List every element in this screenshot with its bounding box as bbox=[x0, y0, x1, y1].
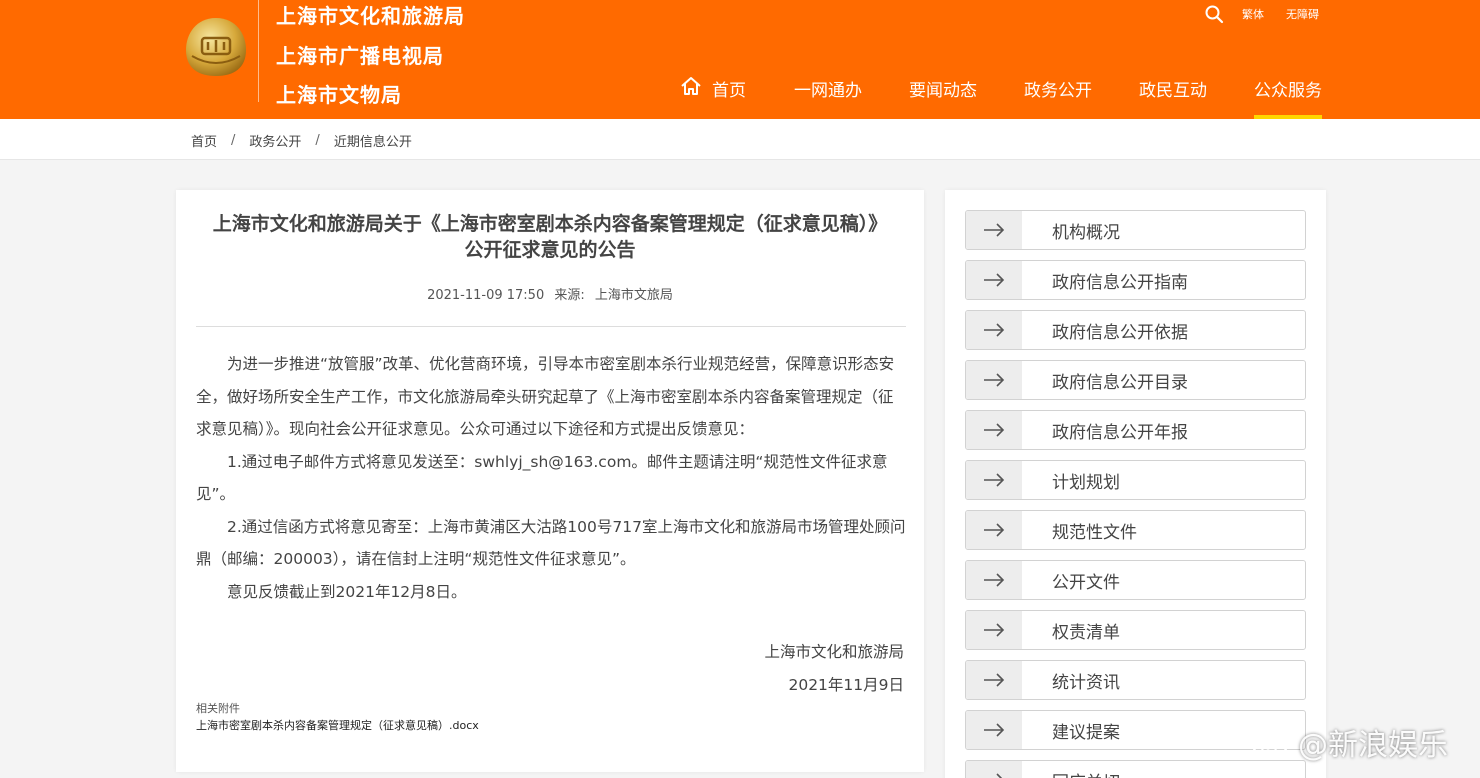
nav-public-service[interactable]: 公众服务 bbox=[1254, 72, 1322, 119]
breadcrumb-government-affairs[interactable]: 政务公开 bbox=[249, 131, 301, 150]
article-source: 上海市文旅局 bbox=[594, 288, 673, 303]
sidebar-item[interactable]: 政府信息公开目录 bbox=[965, 360, 1306, 400]
arrow-right-icon bbox=[966, 611, 1022, 649]
article-paragraph: 1.通过电子邮件方式将意见发送至：swhlyj_sh@163.com。邮件主题请… bbox=[196, 452, 888, 504]
sidebar-item-label: 公开文件 bbox=[1052, 572, 1120, 593]
nav-citizen-interaction[interactable]: 政民互动 bbox=[1139, 72, 1207, 119]
breadcrumb-home[interactable]: 首页 bbox=[191, 131, 217, 150]
article-panel: 上海市文化和旅游局关于《上海市密室剧本杀内容备案管理规定（征求意见稿）》公开征求… bbox=[176, 190, 924, 772]
sidebar-item[interactable]: 权责清单 bbox=[965, 610, 1306, 650]
sidebar-item-label: 规范性文件 bbox=[1052, 522, 1137, 543]
sidebar-item-label: 权责清单 bbox=[1052, 622, 1120, 643]
accessibility-link[interactable]: 无障碍 bbox=[1286, 6, 1319, 22]
article-body: 为进一步推进“放管服”改革、优化营商环境，引导本市密室剧本杀行业规范经营，保障意… bbox=[196, 348, 906, 608]
sidebar-item-label: 政府信息公开年报 bbox=[1052, 422, 1188, 443]
sidebar-item[interactable]: 计划规划 bbox=[965, 460, 1306, 500]
arrow-right-icon bbox=[966, 561, 1022, 599]
sidebar-item-label: 统计资讯 bbox=[1052, 672, 1120, 693]
sidebar-item-label: 计划规划 bbox=[1052, 472, 1120, 493]
arrow-right-icon bbox=[966, 511, 1022, 549]
attachment-label: 相关附件 bbox=[196, 702, 240, 715]
org-name-radio-tv[interactable]: 上海市广播电视局 bbox=[276, 40, 444, 69]
article-title: 上海市文化和旅游局关于《上海市密室剧本杀内容备案管理规定（征求意见稿）》公开征求… bbox=[212, 213, 888, 261]
arrow-right-icon bbox=[966, 311, 1022, 349]
sidebar-item[interactable]: 规范性文件 bbox=[965, 510, 1306, 550]
main-nav: 首页 一网通办 要闻动态 政务公开 政民互动 公众服务 bbox=[0, 72, 1480, 119]
breadcrumb-separator: / bbox=[231, 133, 236, 148]
nav-government-affairs[interactable]: 政务公开 bbox=[1024, 72, 1092, 119]
top-tools: 繁体 无障碍 bbox=[1204, 4, 1341, 24]
nav-home[interactable]: 首页 bbox=[680, 72, 746, 119]
sidebar-item-label: 建议提案 bbox=[1052, 722, 1120, 743]
breadcrumb-bar: 首页 / 政务公开 / 近期信息公开 bbox=[0, 119, 1480, 160]
weibo-logo bbox=[1252, 727, 1292, 760]
sidebar-item-label: 回应关切 bbox=[1022, 761, 1120, 778]
article-source-label: 来源: bbox=[554, 288, 585, 303]
article-divider bbox=[196, 326, 906, 327]
breadcrumb: 首页 / 政务公开 / 近期信息公开 bbox=[191, 131, 412, 150]
sidebar-item[interactable]: 公开文件 bbox=[965, 560, 1306, 600]
article-paragraph: 意见反馈截止到2021年12月8日。 bbox=[227, 582, 467, 601]
arrow-right-icon bbox=[966, 411, 1022, 449]
article-paragraph: 2.通过信函方式将意见寄至：上海市黄浦区大沽路100号717室上海市文化和旅游局… bbox=[196, 517, 906, 569]
arrow-right-icon bbox=[966, 661, 1022, 699]
sidebar-item-label: 政府信息公开指南 bbox=[1052, 272, 1188, 293]
article-sign-date: 2021年11月9日 bbox=[788, 676, 904, 694]
home-icon bbox=[681, 77, 701, 95]
article-paragraph: 为进一步推进“放管服”改革、优化营商环境，引导本市密室剧本杀行业规范经营，保障意… bbox=[196, 355, 895, 438]
site-header: 上海市文化和旅游局 上海市广播电视局 上海市文物局 繁体 无障碍 首页 一网通办… bbox=[0, 0, 1480, 119]
attachment-link[interactable]: 上海市密室剧本杀内容备案管理规定（征求意见稿）.docx bbox=[196, 717, 479, 733]
nav-one-stop-service[interactable]: 一网通办 bbox=[794, 72, 862, 119]
watermark-text: @新浪娱乐 bbox=[1298, 728, 1448, 763]
nav-home-label: 首页 bbox=[712, 81, 746, 101]
sidebar-item[interactable]: 统计资讯 bbox=[965, 660, 1306, 700]
breadcrumb-separator: / bbox=[315, 133, 320, 148]
arrow-right-icon bbox=[966, 361, 1022, 399]
traditional-chinese-link[interactable]: 繁体 bbox=[1242, 6, 1264, 22]
sidebar-item[interactable]: 政府信息公开依据 bbox=[965, 310, 1306, 350]
article-datetime: 2021-11-09 17:50 bbox=[427, 288, 545, 303]
sidebar-item[interactable]: 政府信息公开指南 bbox=[965, 260, 1306, 300]
arrow-right-icon bbox=[966, 211, 1022, 249]
sidebar-item-label: 政府信息公开目录 bbox=[1052, 372, 1188, 393]
sidebar-panel: 机构概况政府信息公开指南 政府信息公开依据 政府信息公开目录 政府信息公开年报 计划规划… bbox=[945, 190, 1326, 778]
article-meta: 2021-11-09 17:50 来源: 上海市文旅局 bbox=[176, 284, 924, 303]
watermark: @新浪娱乐 bbox=[1252, 714, 1448, 770]
search-icon[interactable] bbox=[1204, 4, 1224, 24]
sidebar-item[interactable]: 政府信息公开年报 bbox=[965, 410, 1306, 450]
breadcrumb-recent-disclosure[interactable]: 近期信息公开 bbox=[334, 131, 412, 150]
arrow-right-icon bbox=[966, 461, 1022, 499]
sidebar-item-label: 机构概况 bbox=[1052, 222, 1120, 243]
article-signature: 上海市文化和旅游局 bbox=[764, 643, 904, 661]
sidebar-item[interactable]: 机构概况 bbox=[965, 210, 1306, 250]
sidebar-item-label: 政府信息公开依据 bbox=[1052, 322, 1188, 343]
org-name-culture-tourism[interactable]: 上海市文化和旅游局 bbox=[276, 0, 465, 29]
arrow-right-icon bbox=[966, 761, 1022, 778]
site-logo[interactable] bbox=[184, 16, 248, 78]
arrow-right-icon bbox=[966, 261, 1022, 299]
nav-news[interactable]: 要闻动态 bbox=[909, 72, 977, 119]
arrow-right-icon bbox=[966, 711, 1022, 749]
